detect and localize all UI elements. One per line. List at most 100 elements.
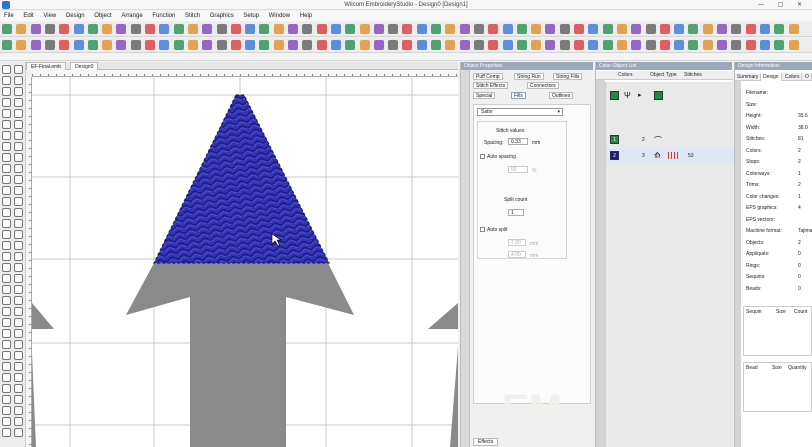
digitizing-tool-icon[interactable]: [2, 65, 11, 74]
digitizing-tool-icon[interactable]: [2, 384, 11, 393]
toolbar-button-icon[interactable]: [516, 24, 527, 34]
stitch-tool-icon[interactable]: [330, 40, 341, 50]
toolbar-button-icon[interactable]: [187, 24, 198, 34]
design-canvas-svg[interactable]: [32, 77, 458, 447]
toolbar-button-icon[interactable]: [559, 24, 570, 34]
window-controls[interactable]: — ▢ ✕: [758, 0, 808, 10]
stitch-tool-icon[interactable]: [59, 40, 70, 50]
digitizing-tool-icon[interactable]: [2, 98, 11, 107]
digitizing-tool-icon[interactable]: [14, 241, 23, 250]
stitch-tool-icon[interactable]: [473, 40, 484, 50]
toolbar-button-icon[interactable]: [245, 24, 256, 34]
stitch-tool-icon[interactable]: [145, 40, 155, 50]
digitizing-tool-icon[interactable]: [14, 230, 23, 239]
toolbar-button-icon[interactable]: [688, 24, 699, 34]
stitch-tool-icon[interactable]: [187, 40, 198, 50]
toolbar-button-icon[interactable]: [73, 24, 84, 34]
stitch-tool-icon[interactable]: [202, 40, 213, 50]
color-swatch[interactable]: 2: [610, 151, 619, 160]
toolbar-button-icon[interactable]: [16, 24, 27, 34]
split-count-input[interactable]: 1: [508, 209, 524, 216]
digitizing-tool-icon[interactable]: [14, 153, 23, 162]
digitizing-tool-icon[interactable]: [14, 384, 23, 393]
digitizing-tool-icon[interactable]: [2, 219, 11, 228]
toolbar-button-icon[interactable]: [459, 24, 470, 34]
digitizing-tool-icon[interactable]: [14, 98, 23, 107]
col-colors[interactable]: Colors: [618, 71, 632, 80]
menu-setup[interactable]: Setup: [239, 11, 263, 21]
digitizing-tool-icon[interactable]: [2, 186, 11, 195]
digitizing-tool-icon[interactable]: [14, 76, 23, 85]
toolbar-button-icon[interactable]: [345, 24, 356, 34]
stitch-tool-icon[interactable]: [116, 40, 127, 50]
stitch-tool-icon[interactable]: [302, 40, 313, 50]
menu-window[interactable]: Window: [265, 11, 294, 21]
digitizing-tool-icon[interactable]: [2, 76, 11, 85]
menu-graphics[interactable]: Graphics: [206, 11, 238, 21]
stitch-tool-icon[interactable]: [602, 40, 613, 50]
tab-colors[interactable]: Colors: [783, 73, 803, 81]
digitizing-tool-icon[interactable]: [2, 208, 11, 217]
digitizing-tool-icon[interactable]: [14, 318, 23, 327]
digitizing-tool-icon[interactable]: [14, 109, 23, 118]
gray-shape-object[interactable]: [32, 263, 458, 447]
min-length-input[interactable]: 4.00: [508, 251, 526, 258]
stitch-tool-icon[interactable]: [359, 40, 370, 50]
digitizing-tool-icon[interactable]: [14, 87, 23, 96]
split-length-input[interactable]: 7.00: [508, 239, 526, 246]
digitizing-tool-icon[interactable]: [2, 373, 11, 382]
toolbar-button-icon[interactable]: [316, 24, 327, 34]
stitch-tool-icon[interactable]: [759, 40, 770, 50]
stitch-tool-icon[interactable]: [173, 40, 184, 50]
toolbar-button-icon[interactable]: [373, 24, 384, 34]
stitch-tool-icon[interactable]: [30, 40, 41, 50]
tab-outlines[interactable]: Outlines: [549, 92, 574, 99]
menu-view[interactable]: View: [39, 11, 60, 21]
stitch-tool-icon[interactable]: [87, 40, 98, 50]
digitizing-tool-icon[interactable]: [2, 362, 11, 371]
tab-fills[interactable]: Fills: [511, 92, 526, 99]
stitch-tool-icon[interactable]: [574, 40, 584, 50]
toolbar-button-icon[interactable]: [445, 24, 456, 34]
tab-objects[interactable]: O: [803, 73, 812, 81]
toolbar-button-icon[interactable]: [59, 24, 70, 34]
tab-design[interactable]: Design: [761, 73, 782, 81]
toolbar-button-icon[interactable]: [602, 24, 613, 34]
stitch-tool-icon[interactable]: [731, 40, 742, 50]
digitizing-tool-icon[interactable]: [14, 362, 23, 371]
digitizing-tool-icon[interactable]: [2, 395, 11, 404]
toolbar-button-icon[interactable]: [87, 24, 98, 34]
toolbar-button-icon[interactable]: [645, 24, 656, 34]
list-item[interactable]: 1 2 ⌒: [606, 132, 734, 148]
digitizing-tool-icon[interactable]: [14, 186, 23, 195]
stitch-tool-icon[interactable]: [130, 40, 141, 50]
toolbar-button-icon[interactable]: [2, 24, 12, 34]
stitch-tool-icon[interactable]: [774, 40, 785, 50]
toolbar-button-icon[interactable]: [402, 24, 413, 34]
digitizing-tool-icon[interactable]: [2, 230, 11, 239]
digitizing-tool-icon[interactable]: [2, 142, 11, 151]
toolbar-button-icon[interactable]: [230, 24, 241, 34]
digitizing-tool-icon[interactable]: [14, 252, 23, 261]
toolbar-button-icon[interactable]: [216, 24, 227, 34]
toolbar-button-icon[interactable]: [116, 24, 127, 34]
stitch-tool-icon[interactable]: [44, 40, 55, 50]
list-item[interactable]: 2 3 ⟰ 53: [606, 148, 734, 164]
stitch-tool-icon[interactable]: [245, 40, 256, 50]
satin-cone-object[interactable]: [153, 94, 330, 264]
auto-spacing-checkbox[interactable]: [480, 154, 485, 159]
stitch-tool-icon[interactable]: [345, 40, 356, 50]
stitch-tool-icon[interactable]: [559, 40, 570, 50]
digitizing-tool-icon[interactable]: [14, 340, 23, 349]
stitch-tool-icon[interactable]: [745, 40, 756, 50]
digitizing-tool-icon[interactable]: [2, 307, 11, 316]
digitizing-tool-icon[interactable]: [14, 428, 23, 437]
doc-tab-design0[interactable]: Design0: [70, 62, 99, 70]
stitch-tool-icon[interactable]: [788, 40, 799, 50]
toolbar-button-icon[interactable]: [202, 24, 213, 34]
stitch-tool-icon[interactable]: [688, 40, 699, 50]
toolbar-button-icon[interactable]: [30, 24, 41, 34]
toolbar-button-icon[interactable]: [330, 24, 341, 34]
stitch-tool-icon[interactable]: [230, 40, 241, 50]
menu-function[interactable]: Function: [148, 11, 179, 21]
